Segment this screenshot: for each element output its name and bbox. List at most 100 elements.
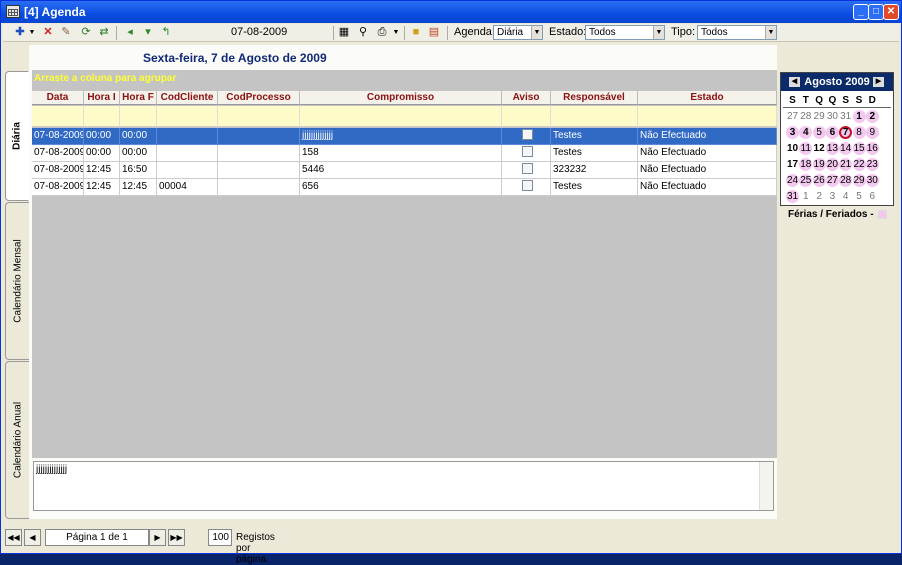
calendar-day[interactable]: 15	[852, 142, 866, 155]
table-cell[interactable]	[218, 179, 300, 196]
tipo-select[interactable]: Todos ▼	[697, 25, 777, 40]
table-cell[interactable]: 07-08-2009	[32, 128, 84, 145]
calendar-day[interactable]: 2	[813, 190, 826, 203]
calendar-day[interactable]: 28	[799, 110, 812, 123]
column-header-compromisso[interactable]: Compromisso	[300, 91, 502, 105]
aviso-checkbox[interactable]	[521, 162, 533, 174]
table-cell[interactable]	[157, 162, 218, 179]
calendar-day[interactable]: 24	[786, 174, 799, 187]
records-per-page-input[interactable]: 100	[208, 529, 232, 546]
column-header-data[interactable]: Data	[32, 91, 84, 105]
calendar-day[interactable]: 30	[826, 110, 839, 123]
group-by-area[interactable]: Arraste a coluna para agrupar	[32, 70, 777, 88]
calendar-day[interactable]: 12	[813, 142, 826, 155]
table-cell[interactable]: 323232	[551, 162, 638, 179]
print-dropdown-icon[interactable]: ▼	[389, 26, 403, 39]
refresh-icon[interactable]: ⟳	[79, 26, 93, 39]
table-cell[interactable]	[218, 162, 300, 179]
calendar-day[interactable]: 29	[813, 110, 826, 123]
calendar-day[interactable]: 5	[812, 126, 826, 139]
table-cell[interactable]	[157, 128, 218, 145]
table-cell[interactable]: Não Efectuado	[638, 128, 777, 145]
calendar-day[interactable]: 7	[839, 126, 853, 139]
calendar-day[interactable]: 31	[786, 190, 799, 203]
calendar-day[interactable]: 27	[825, 174, 839, 187]
calendar-day[interactable]: 26	[812, 174, 826, 187]
table-cell[interactable]: 07-08-2009	[32, 145, 84, 162]
column-header-codcliente[interactable]: CodCliente	[157, 91, 218, 105]
edit-icon[interactable]: ✎	[59, 26, 73, 39]
calendar-day[interactable]: 4	[799, 126, 813, 139]
prev-page-button[interactable]: ◀	[24, 529, 41, 546]
table-cell[interactable]: 00004	[157, 179, 218, 196]
calendar-day[interactable]: 6	[825, 126, 839, 139]
calendar-day[interactable]: 21	[839, 158, 853, 171]
calendar-day[interactable]: 17	[786, 158, 799, 171]
table-cell[interactable]: Não Efectuado	[638, 145, 777, 162]
table-cell[interactable]: 656	[300, 179, 502, 196]
prev-month-button[interactable]: ◀	[789, 77, 800, 87]
table-row[interactable]: 07-08-2009 12:45 12:45 00004 656 Testes Não Ef…	[32, 179, 777, 196]
calendar-day[interactable]: 14	[839, 142, 853, 155]
calendar-day[interactable]: 3	[786, 126, 799, 139]
calendar-day[interactable]: 4	[839, 190, 852, 203]
table-cell[interactable]: Não Efectuado	[638, 179, 777, 196]
column-header-codprocesso[interactable]: CodProcesso	[218, 91, 300, 105]
aviso-checkbox[interactable]	[521, 128, 533, 140]
table-cell[interactable]: 00:00	[120, 145, 157, 162]
filter-cell[interactable]	[157, 106, 218, 127]
calendar-day[interactable]: 3	[826, 190, 839, 203]
table-cell[interactable]: 12:45	[120, 179, 157, 196]
grid-view-icon[interactable]: ▦	[337, 26, 351, 39]
sync-icon[interactable]: ⇄	[97, 26, 111, 39]
table-cell[interactable]: 158	[300, 145, 502, 162]
table-row[interactable]: 07-08-2009 12:45 16:50 5446 323232 Não Efectu…	[32, 162, 777, 179]
filter-cell[interactable]	[32, 106, 84, 127]
arrow-left-icon[interactable]: ◂	[123, 26, 137, 39]
arrow-up-icon[interactable]: ↰	[159, 26, 173, 39]
maximize-button[interactable]: □	[868, 4, 884, 20]
column-header-hora-i[interactable]: Hora I	[84, 91, 120, 105]
calendar-day[interactable]: 2	[865, 110, 879, 123]
calendar-day[interactable]: 10	[786, 142, 799, 155]
calendar-day[interactable]: 30	[865, 174, 879, 187]
next-page-button[interactable]: ▶	[149, 529, 166, 546]
column-header-responsavel[interactable]: Responsável	[551, 91, 638, 105]
calendar-day[interactable]: 1	[852, 110, 866, 123]
calendar-day[interactable]: 25	[799, 174, 813, 187]
filter-cell[interactable]	[551, 106, 638, 127]
aviso-cell[interactable]	[502, 162, 551, 179]
table-cell[interactable]: 00:00	[84, 145, 120, 162]
table-cell[interactable]: 07-08-2009	[32, 179, 84, 196]
calendar-day[interactable]: 1	[799, 190, 812, 203]
next-month-button[interactable]: ▶	[873, 77, 884, 87]
calendar-day[interactable]: 13	[825, 142, 839, 155]
calendar-day[interactable]: 28	[839, 174, 853, 187]
aviso-cell[interactable]	[502, 145, 551, 162]
table-cell[interactable]: Testes	[551, 179, 638, 196]
print-icon[interactable]: ⎙	[375, 26, 389, 39]
first-page-button[interactable]: ◀◀	[5, 529, 22, 546]
memo-field[interactable]: jjjjjjjjjjjjjj	[33, 461, 774, 511]
calendar-day[interactable]: 31	[839, 110, 852, 123]
title-bar[interactable]: [4] Agenda _ □ ✕	[1, 1, 901, 23]
estado-select[interactable]: Todos ▼	[585, 25, 665, 40]
table-cell[interactable]: 5446	[300, 162, 502, 179]
table-cell[interactable]: jjjjjjjjjjjjjj	[300, 128, 502, 145]
table-cell[interactable]: Testes	[551, 145, 638, 162]
binoculars-icon[interactable]: ⚲	[356, 26, 370, 39]
filter-cell[interactable]	[300, 106, 502, 127]
close-button[interactable]: ✕	[883, 4, 899, 20]
table-cell[interactable]: 16:50	[120, 162, 157, 179]
tab-calendario-anual[interactable]: Calendário Anual	[5, 361, 29, 519]
tab-diaria[interactable]: Diária	[5, 71, 29, 201]
calendar-day[interactable]: 5	[853, 190, 866, 203]
calendar-day[interactable]: 11	[799, 142, 813, 155]
table-cell[interactable]: 12:45	[84, 179, 120, 196]
calendar-day[interactable]: 27	[786, 110, 799, 123]
table-cell[interactable]: 12:45	[84, 162, 120, 179]
column-header-aviso[interactable]: Aviso	[502, 91, 551, 105]
aviso-cell[interactable]	[502, 179, 551, 196]
delete-icon[interactable]: ✕	[41, 26, 55, 39]
aviso-cell[interactable]	[502, 128, 551, 145]
